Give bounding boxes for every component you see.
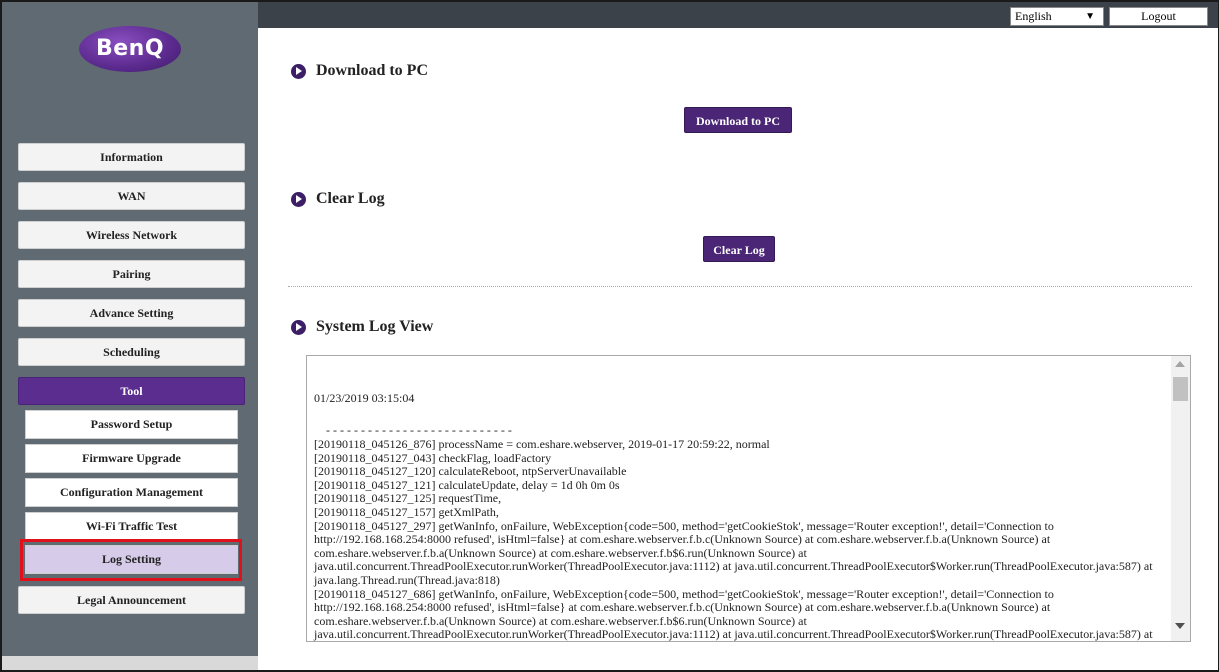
log-entries: - - - - - - - - - - - - - - - - - - - - … bbox=[314, 423, 1153, 642]
sidebar-item-scheduling[interactable]: Scheduling bbox=[18, 338, 245, 366]
download-heading: Download to PC bbox=[316, 62, 429, 79]
sub-item-firmware-upgrade[interactable]: Firmware Upgrade bbox=[25, 444, 238, 473]
language-value: English bbox=[1015, 9, 1052, 23]
sub-item-configuration-management[interactable]: Configuration Management bbox=[25, 478, 238, 507]
play-bullet-icon bbox=[291, 319, 306, 335]
top-bar: English ▼ Logout bbox=[258, 2, 1218, 28]
play-bullet-icon bbox=[291, 63, 306, 79]
sidebar: BenQ Information WAN Wireless Network Pa… bbox=[2, 2, 258, 670]
download-to-pc-button[interactable]: Download to PC bbox=[684, 107, 792, 133]
sidebar-item-information[interactable]: Information bbox=[18, 143, 245, 171]
scroll-up-icon[interactable] bbox=[1175, 361, 1185, 367]
sidebar-item-wan[interactable]: WAN bbox=[18, 182, 245, 210]
section-clear-log: Clear Log bbox=[291, 190, 385, 208]
play-bullet-icon bbox=[291, 191, 306, 207]
sub-item-wifi-traffic-test[interactable]: Wi-Fi Traffic Test bbox=[25, 512, 238, 541]
section-download: Download to PC bbox=[291, 62, 428, 80]
section-divider bbox=[288, 286, 1192, 287]
sidebar-item-wireless-network[interactable]: Wireless Network bbox=[18, 221, 245, 249]
chevron-down-icon: ▼ bbox=[1085, 11, 1095, 22]
log-content: 01/23/2019 03:15:04 - - - - - - - - - - … bbox=[314, 365, 1164, 642]
system-log-textarea[interactable]: 01/23/2019 03:15:04 - - - - - - - - - - … bbox=[306, 355, 1191, 642]
logout-button[interactable]: Logout bbox=[1109, 7, 1208, 26]
benq-logo: BenQ bbox=[79, 26, 181, 72]
system-log-heading: System Log View bbox=[316, 318, 434, 335]
sidebar-footer bbox=[2, 656, 258, 670]
log-date: 01/23/2019 03:15:04 bbox=[314, 391, 415, 406]
clear-log-heading: Clear Log bbox=[316, 190, 385, 207]
sidebar-item-tool[interactable]: Tool bbox=[18, 377, 245, 405]
sidebar-item-pairing[interactable]: Pairing bbox=[18, 260, 245, 288]
scroll-down-icon[interactable] bbox=[1175, 623, 1185, 629]
scroll-thumb[interactable] bbox=[1173, 377, 1188, 401]
sidebar-item-legal-announcement[interactable]: Legal Announcement bbox=[18, 586, 245, 614]
sub-item-password-setup[interactable]: Password Setup bbox=[25, 410, 238, 439]
language-select[interactable]: English ▼ bbox=[1010, 7, 1104, 26]
selection-highlight bbox=[20, 539, 242, 581]
sidebar-item-advance-setting[interactable]: Advance Setting bbox=[18, 299, 245, 327]
section-system-log-view: System Log View bbox=[291, 318, 433, 336]
clear-log-button[interactable]: Clear Log bbox=[703, 236, 775, 262]
log-scrollbar[interactable] bbox=[1171, 356, 1190, 641]
